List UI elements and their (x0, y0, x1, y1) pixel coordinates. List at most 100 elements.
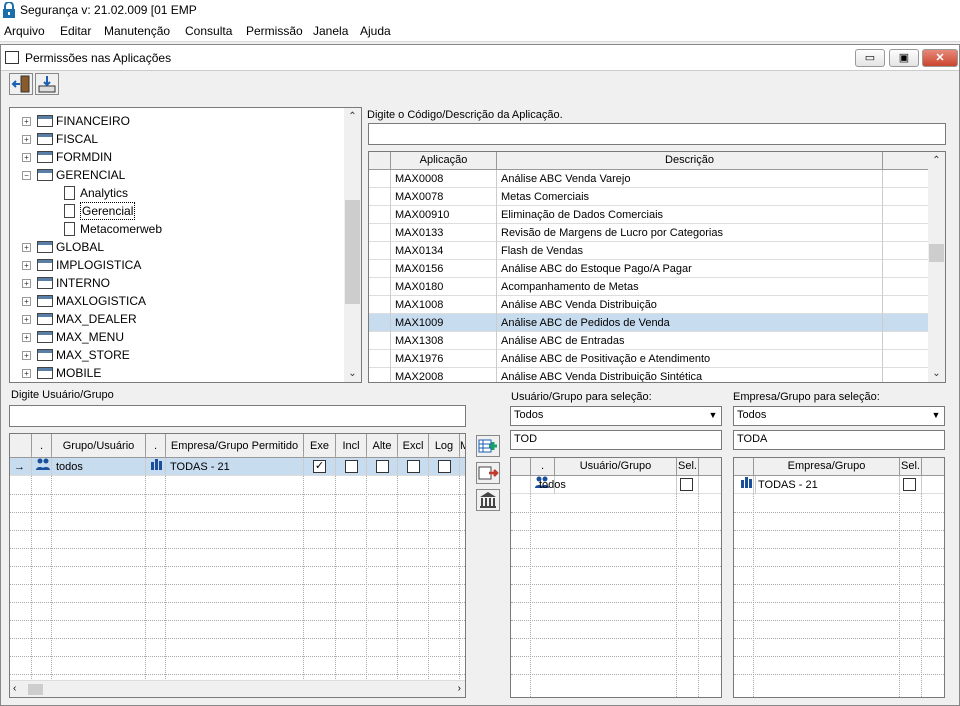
expand-icon[interactable]: + (22, 297, 31, 306)
table-row[interactable]: MAX1009 Análise ABC de Pedidos de Venda (369, 314, 929, 332)
expand-icon[interactable]: + (22, 279, 31, 288)
tree-item[interactable]: + GLOBAL (10, 238, 345, 256)
menu-permissao[interactable]: Permissão (246, 24, 303, 38)
scroll-right-icon[interactable]: › (458, 683, 461, 694)
table-row[interactable]: todos (511, 476, 721, 494)
menu-consulta[interactable]: Consulta (185, 24, 232, 38)
exe-checkbox[interactable]: ✓ (313, 460, 326, 473)
chevron-down-icon[interactable]: ▼ (705, 407, 721, 425)
application-tree[interactable]: + FINANCEIRO + FISCAL + FORMDIN − GERENCIAL Anal… (9, 107, 362, 383)
col-empresa-grupo[interactable]: Empresa/Grupo (754, 458, 900, 476)
scroll-thumb[interactable] (929, 244, 944, 262)
scroll-thumb[interactable] (345, 200, 360, 304)
expand-icon[interactable]: + (22, 243, 31, 252)
excl-checkbox[interactable] (407, 460, 420, 473)
user-search-input[interactable] (9, 405, 466, 427)
tree-item[interactable]: Analytics (10, 184, 345, 202)
table-row[interactable]: MAX0008 Análise ABC Venda Varejo (369, 170, 929, 188)
tree-item[interactable]: − GERENCIAL (10, 166, 345, 184)
tree-item[interactable]: + MAXLOGISTICA (10, 292, 345, 310)
applications-grid[interactable]: Aplicação Descrição MAX0008 Análise ABC V… (368, 151, 946, 383)
company-filter-input[interactable]: TODA (733, 430, 945, 450)
col-sel[interactable]: Sel. (677, 458, 699, 476)
table-row[interactable]: MAX1976 Análise ABC de Positivação e Aten… (369, 350, 929, 368)
table-row[interactable]: MAX0133 Revisão de Margens de Lucro por C… (369, 224, 929, 242)
expand-icon[interactable]: + (22, 153, 31, 162)
restore-button[interactable]: ▣ (889, 49, 919, 67)
menu-ajuda[interactable]: Ajuda (360, 24, 391, 38)
tree-item[interactable]: + FORMDIN (10, 148, 345, 166)
incl-checkbox[interactable] (345, 460, 358, 473)
table-row[interactable]: MAX1308 Análise ABC de Entradas (369, 332, 929, 350)
sel-checkbox[interactable] (680, 478, 693, 491)
close-button[interactable]: ✕ (922, 49, 958, 67)
user-select-dropdown[interactable]: Todos ▼ (510, 406, 722, 426)
menu-manutencao[interactable]: Manutenção (104, 24, 170, 38)
table-row[interactable]: MAX00910 Eliminação de Dados Comerciais (369, 206, 929, 224)
col-aplicacao[interactable]: Aplicação (391, 152, 497, 170)
expand-icon[interactable]: + (22, 135, 31, 144)
menu-editar[interactable]: Editar (60, 24, 91, 38)
col-descricao[interactable]: Descrição (497, 152, 883, 170)
table-row[interactable]: MAX0078 Metas Comerciais (369, 188, 929, 206)
tree-item[interactable]: + MOBILE (10, 364, 345, 382)
apps-scrollbar[interactable]: ⌃ ⌄ (928, 152, 945, 382)
alte-checkbox[interactable] (376, 460, 389, 473)
tree-item[interactable]: + FINANCEIRO (10, 112, 345, 130)
perm-hscrollbar[interactable]: ‹ › (10, 680, 465, 697)
expand-icon[interactable]: + (22, 315, 31, 324)
menu-janela[interactable]: Janela (313, 24, 348, 38)
expand-icon[interactable]: + (22, 117, 31, 126)
permissions-grid[interactable]: . Grupo/Usuário . Empresa/Grupo Permitid… (9, 433, 466, 698)
table-row[interactable]: MAX1008 Análise ABC Venda Distribuição (369, 296, 929, 314)
table-row[interactable]: MAX0134 Flash de Vendas (369, 242, 929, 260)
scroll-thumb[interactable] (28, 684, 43, 695)
exit-button[interactable] (9, 73, 33, 95)
table-row[interactable]: TODAS - 21 (734, 476, 944, 494)
tree-item[interactable]: Metacomerweb (10, 220, 345, 238)
col-excl[interactable]: Excl (398, 434, 429, 458)
log-checkbox[interactable] (438, 460, 451, 473)
import-button[interactable] (35, 73, 59, 95)
col-exe[interactable]: Exe (304, 434, 336, 458)
table-row[interactable]: MAX0180 Acompanhamento de Metas (369, 278, 929, 296)
scroll-up-icon[interactable]: ⌃ (344, 108, 361, 125)
col-alte[interactable]: Alte (367, 434, 398, 458)
col-grupo-usuario[interactable]: Grupo/Usuário (52, 434, 146, 458)
table-row[interactable]: → todos TODAS - 21 ✓ (10, 458, 465, 476)
col-log[interactable]: Log (429, 434, 460, 458)
tree-item[interactable]: + MAX_MENU (10, 328, 345, 346)
menu-arquivo[interactable]: Arquivo (4, 24, 45, 38)
collapse-icon[interactable]: − (22, 171, 31, 180)
sel-checkbox[interactable] (903, 478, 916, 491)
expand-icon[interactable]: + (22, 261, 31, 270)
tree-item[interactable]: + FISCAL (10, 130, 345, 148)
company-select-grid[interactable]: Empresa/Grupo Sel. TODAS - 21 (733, 457, 945, 698)
col-sel[interactable]: Sel. (900, 458, 922, 476)
company-select-dropdown[interactable]: Todos ▼ (733, 406, 945, 426)
col-usuario-grupo[interactable]: Usuário/Grupo (555, 458, 677, 476)
expand-icon[interactable]: + (22, 333, 31, 342)
app-search-input[interactable] (368, 123, 946, 145)
col-incl[interactable]: Incl (336, 434, 367, 458)
table-row[interactable]: MAX2008 Análise ABC Venda Distribuição Si… (369, 368, 929, 382)
scroll-down-icon[interactable]: ⌄ (344, 365, 361, 382)
company-permission-button[interactable] (476, 489, 500, 511)
col-more[interactable]: M (460, 434, 465, 458)
chevron-down-icon[interactable]: ▼ (928, 407, 944, 425)
tree-item[interactable]: + INTERNO (10, 274, 345, 292)
remove-permission-button[interactable] (476, 462, 500, 484)
tree-scrollbar[interactable]: ⌃ ⌄ (344, 108, 361, 382)
expand-icon[interactable]: + (22, 351, 31, 360)
user-filter-input[interactable]: TOD (510, 430, 722, 450)
scroll-left-icon[interactable]: ‹ (13, 683, 16, 694)
scroll-down-icon[interactable]: ⌄ (928, 365, 945, 382)
scroll-up-icon[interactable]: ⌃ (928, 152, 945, 169)
col-empresa-permitido[interactable]: Empresa/Grupo Permitido (166, 434, 304, 458)
user-select-grid[interactable]: . Usuário/Grupo Sel. todos (510, 457, 722, 698)
expand-icon[interactable]: + (22, 369, 31, 378)
minimize-button[interactable]: ▭ (855, 49, 885, 67)
tree-item[interactable]: + IMPLOGISTICA (10, 256, 345, 274)
table-row[interactable]: MAX0156 Análise ABC do Estoque Pago/A Pag… (369, 260, 929, 278)
tree-item[interactable]: + MAX_STORE (10, 346, 345, 364)
